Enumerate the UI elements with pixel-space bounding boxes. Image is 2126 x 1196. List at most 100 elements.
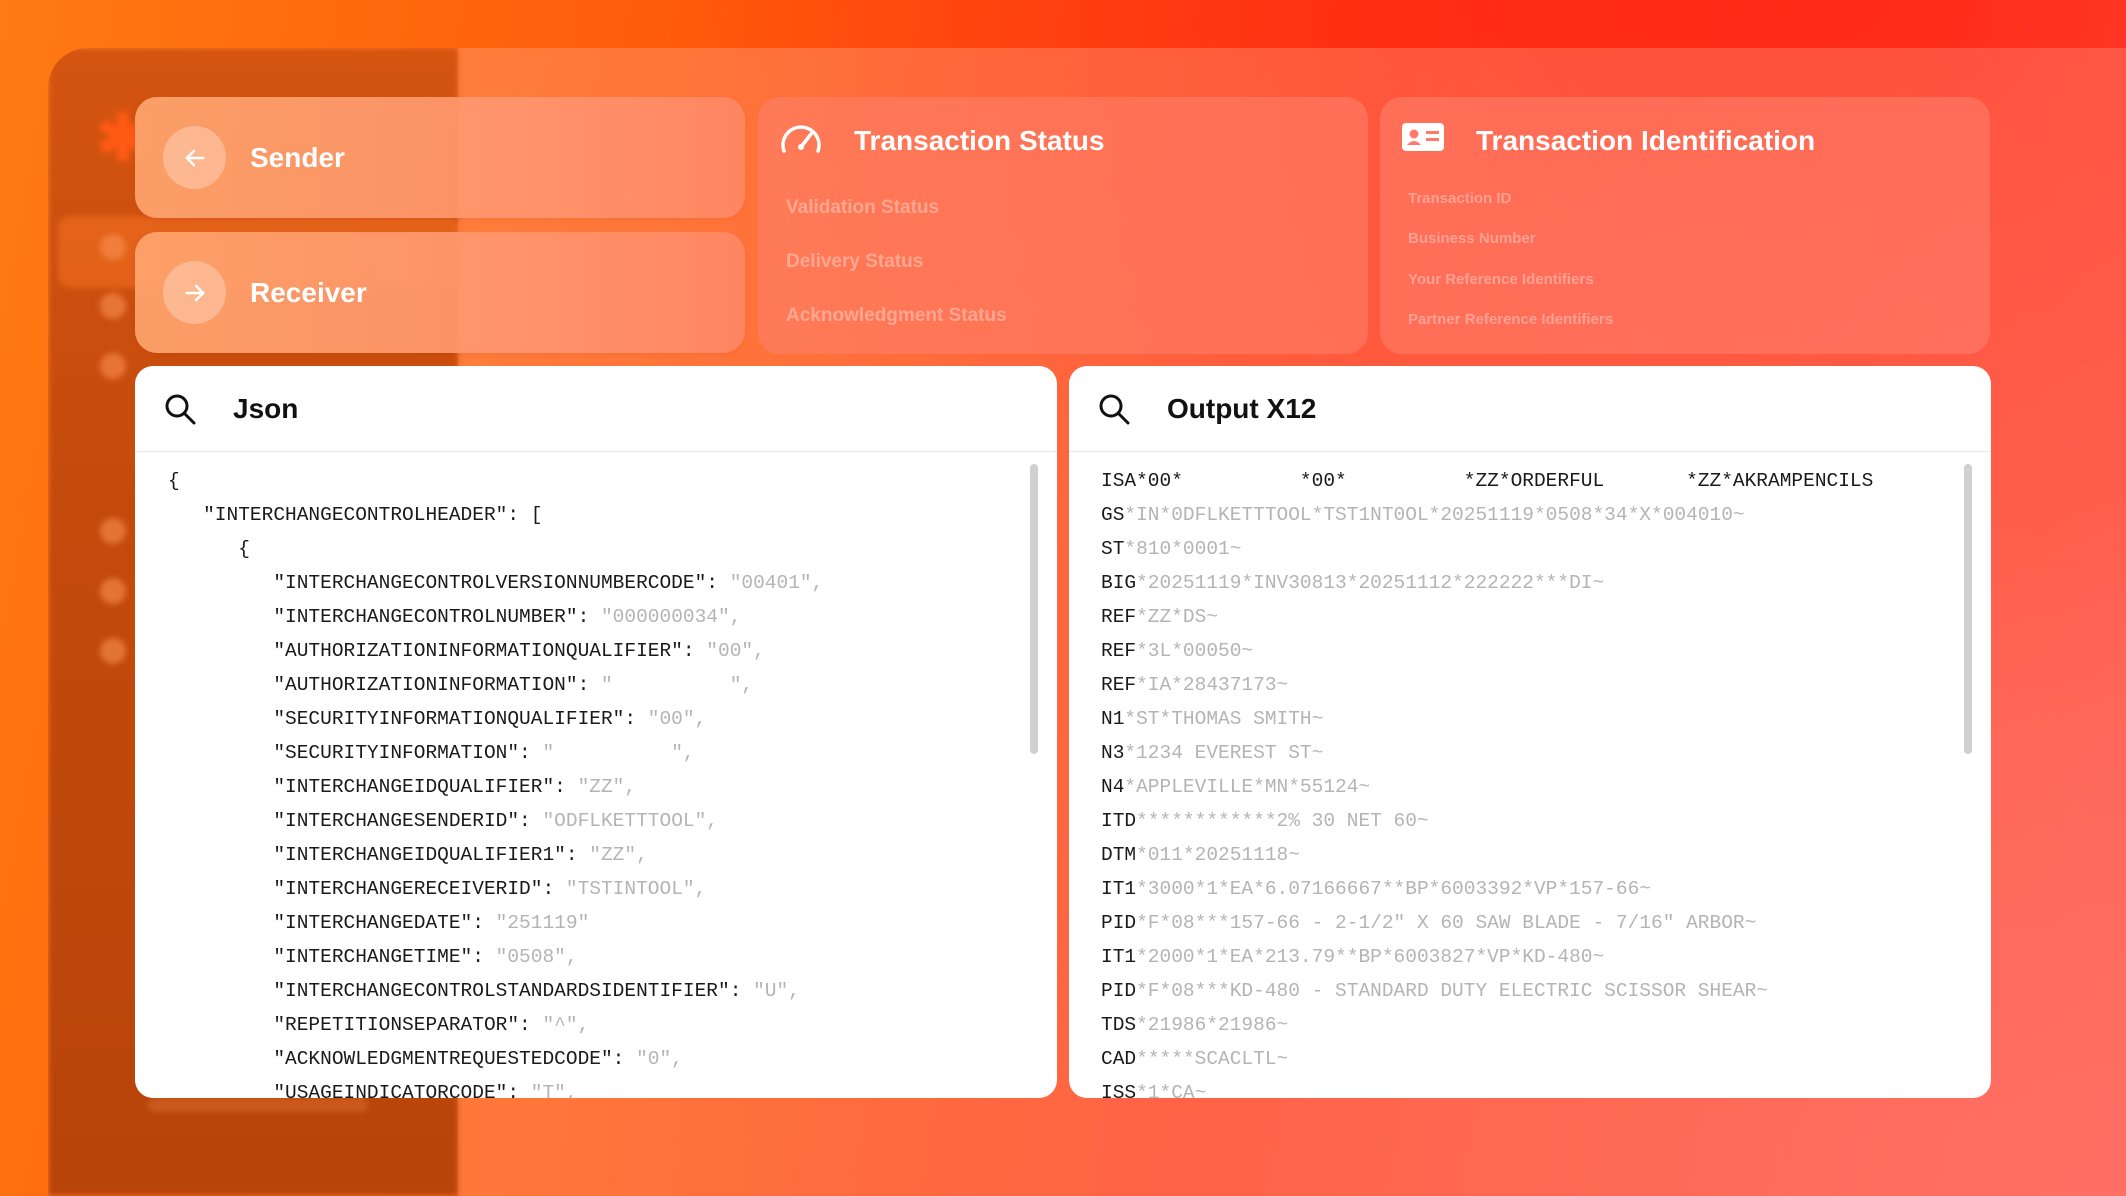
your-reference-identifiers-label: Your Reference Identifiers: [1408, 271, 1594, 288]
code-key: "INTERCHANGERECEIVERID":: [168, 878, 566, 900]
sender-card[interactable]: Sender: [135, 97, 745, 218]
code-value: ************2% 30 NET 60~: [1136, 810, 1429, 832]
code-key: GS: [1101, 504, 1125, 526]
code-line: "SECURITYINFORMATION": " ",: [168, 736, 694, 770]
code-value: "00",: [647, 708, 707, 730]
code-key: "ACKNOWLEDGMENTREQUESTEDCODE":: [168, 1048, 637, 1070]
code-key: N4: [1101, 776, 1125, 798]
json-code-area[interactable]: { "INTERCHANGECONTROLHEADER": [ { "INTER…: [135, 452, 1057, 1098]
x12-code-area[interactable]: ISA*00* *00* *ZZ*ORDERFUL *ZZ*AKRAMPENCI…: [1069, 452, 1991, 1098]
x12-panel-title: Output X12: [1167, 393, 1317, 424]
json-scrollbar[interactable]: [1030, 464, 1038, 754]
code-value: *IA*28437173~: [1136, 674, 1289, 696]
code-key: {: [168, 538, 250, 560]
code-value: *810*0001~: [1124, 538, 1242, 560]
transaction-status-title: Transaction Status: [854, 125, 1105, 156]
code-line: "USAGEINDICATORCODE": "T",: [168, 1076, 578, 1098]
json-panel-title: Json: [233, 393, 299, 424]
x12-scrollbar-thumb[interactable]: [1964, 464, 1972, 754]
code-value: *3000*1*EA*6.07166667**BP*6003392*VP*157…: [1136, 878, 1651, 900]
search-icon[interactable]: [1097, 392, 1131, 426]
code-value: *F*08***KD-480 - STANDARD DUTY ELECTRIC …: [1136, 980, 1769, 1002]
sidebar-item-icon[interactable]: [100, 234, 126, 260]
speedometer-icon: [778, 117, 828, 163]
code-value: " ",: [600, 674, 754, 696]
code-value: *1234 EVEREST ST~: [1124, 742, 1324, 764]
code-key: "INTERCHANGEDATE":: [168, 912, 496, 934]
x12-panel-header: Output X12: [1069, 366, 1991, 452]
code-line: "ACKNOWLEDGMENTREQUESTEDCODE": "0",: [168, 1042, 683, 1076]
code-value: *21986*21986~: [1136, 1014, 1289, 1036]
code-line: N4*APPLEVILLE*MN*55124~: [1101, 770, 1370, 804]
code-line: "INTERCHANGERECEIVERID": "TSTINTOOL",: [168, 872, 706, 906]
code-line: "INTERCHANGEIDQUALIFIER1": "ZZ",: [168, 838, 647, 872]
code-line: "INTERCHANGECONTROLSTANDARDSIDENTIFIER":…: [168, 974, 800, 1008]
code-key: ISA*00* *00* *ZZ*ORDERFUL *ZZ*AKRAMPENCI…: [1101, 470, 1874, 492]
code-line: "AUTHORIZATIONINFORMATIONQUALIFIER": "00…: [168, 634, 765, 668]
validation-status-label: Validation Status: [786, 197, 940, 218]
code-line: REF*ZZ*DS~: [1101, 600, 1218, 634]
code-line: BIG*20251119*INV30813*20251112*222222***…: [1101, 566, 1604, 600]
sidebar-item-icon[interactable]: [100, 353, 126, 379]
code-value: "00",: [706, 640, 765, 662]
code-key: "USAGEINDICATORCODE":: [168, 1082, 531, 1098]
code-line: "SECURITYINFORMATIONQUALIFIER": "00",: [168, 702, 706, 736]
code-value: "0",: [636, 1048, 683, 1070]
json-panel-header: Json: [135, 366, 1057, 452]
code-key: TDS: [1101, 1014, 1137, 1036]
code-value: *ST*THOMAS SMITH~: [1124, 708, 1324, 730]
sidebar-item-icon[interactable]: [100, 578, 126, 604]
code-value: *20251119*INV30813*20251112*222222***DI~: [1136, 572, 1605, 594]
code-value: "000000034",: [600, 606, 742, 628]
sidebar-footer[interactable]: [148, 1098, 368, 1112]
arrow-left-icon[interactable]: [163, 126, 226, 189]
code-line: "INTERCHANGECONTROLHEADER": [: [168, 498, 542, 532]
sidebar-item-icon[interactable]: [100, 518, 126, 544]
code-line: "INTERCHANGECONTROLNUMBER": "000000034",: [168, 600, 741, 634]
code-value: *ZZ*DS~: [1136, 606, 1219, 628]
code-key: IT1: [1101, 878, 1137, 900]
code-line: "INTERCHANGEDATE": "251119": [168, 906, 589, 940]
code-key: "INTERCHANGECONTROLNUMBER":: [168, 606, 601, 628]
code-value: "T",: [530, 1082, 578, 1098]
code-line: TDS*21986*21986~: [1101, 1008, 1288, 1042]
code-value: "TSTINTOOL",: [565, 878, 707, 900]
code-line: "INTERCHANGESENDERID": "ODFLKETTTOOL",: [168, 804, 718, 838]
code-value: "^",: [542, 1014, 590, 1036]
sidebar-item-icon[interactable]: [100, 638, 126, 664]
code-key: {: [168, 470, 180, 492]
code-value: *2000*1*EA*213.79**BP*6003827*VP*KD-480~: [1136, 946, 1605, 968]
code-value: "ODFLKETTTOOL",: [542, 810, 718, 832]
code-value: *IN*0DFLKETTTOOL*TST1NT0OL*20251119*0508…: [1124, 504, 1745, 526]
code-line: IT1*2000*1*EA*213.79**BP*6003827*VP*KD-4…: [1101, 940, 1604, 974]
receiver-card[interactable]: Receiver: [135, 232, 745, 353]
json-scrollbar-thumb[interactable]: [1030, 464, 1038, 754]
code-line: {: [168, 464, 180, 498]
sidebar-item-icon[interactable]: [100, 293, 126, 319]
code-value: *APPLEVILLE*MN*55124~: [1124, 776, 1371, 798]
code-line: PID*F*08***KD-480 - STANDARD DUTY ELECTR…: [1101, 974, 1768, 1008]
code-key: REF: [1101, 640, 1137, 662]
code-line: ISS*1*CA~: [1101, 1076, 1206, 1098]
code-key: "AUTHORIZATIONINFORMATIONQUALIFIER":: [168, 640, 707, 662]
code-key: N3: [1101, 742, 1125, 764]
search-icon[interactable]: [163, 392, 197, 426]
code-key: "INTERCHANGECONTROLVERSIONNUMBERCODE":: [168, 572, 730, 594]
transaction-id-label: Transaction ID: [1408, 190, 1512, 207]
x12-panel: Output X12 ISA*00* *00* *ZZ*ORDERFUL *ZZ…: [1069, 366, 1991, 1098]
code-value: "ZZ",: [577, 776, 637, 798]
code-key: ITD: [1101, 810, 1137, 832]
code-key: "INTERCHANGEIDQUALIFIER1":: [168, 844, 590, 866]
code-key: REF: [1101, 674, 1137, 696]
code-line: REF*3L*00050~: [1101, 634, 1253, 668]
code-key: CAD: [1101, 1048, 1137, 1070]
x12-scrollbar[interactable]: [1964, 464, 1972, 754]
code-key: DTM: [1101, 844, 1137, 866]
transaction-status-card: Transaction Status Validation Status Del…: [758, 97, 1368, 354]
id-card-icon: [1400, 117, 1450, 163]
code-key: BIG: [1101, 572, 1137, 594]
code-line: GS*IN*0DFLKETTTOOL*TST1NT0OL*20251119*05…: [1101, 498, 1745, 532]
code-key: PID: [1101, 980, 1137, 1002]
arrow-right-icon[interactable]: [163, 261, 226, 324]
code-key: "INTERCHANGEIDQUALIFIER":: [168, 776, 578, 798]
